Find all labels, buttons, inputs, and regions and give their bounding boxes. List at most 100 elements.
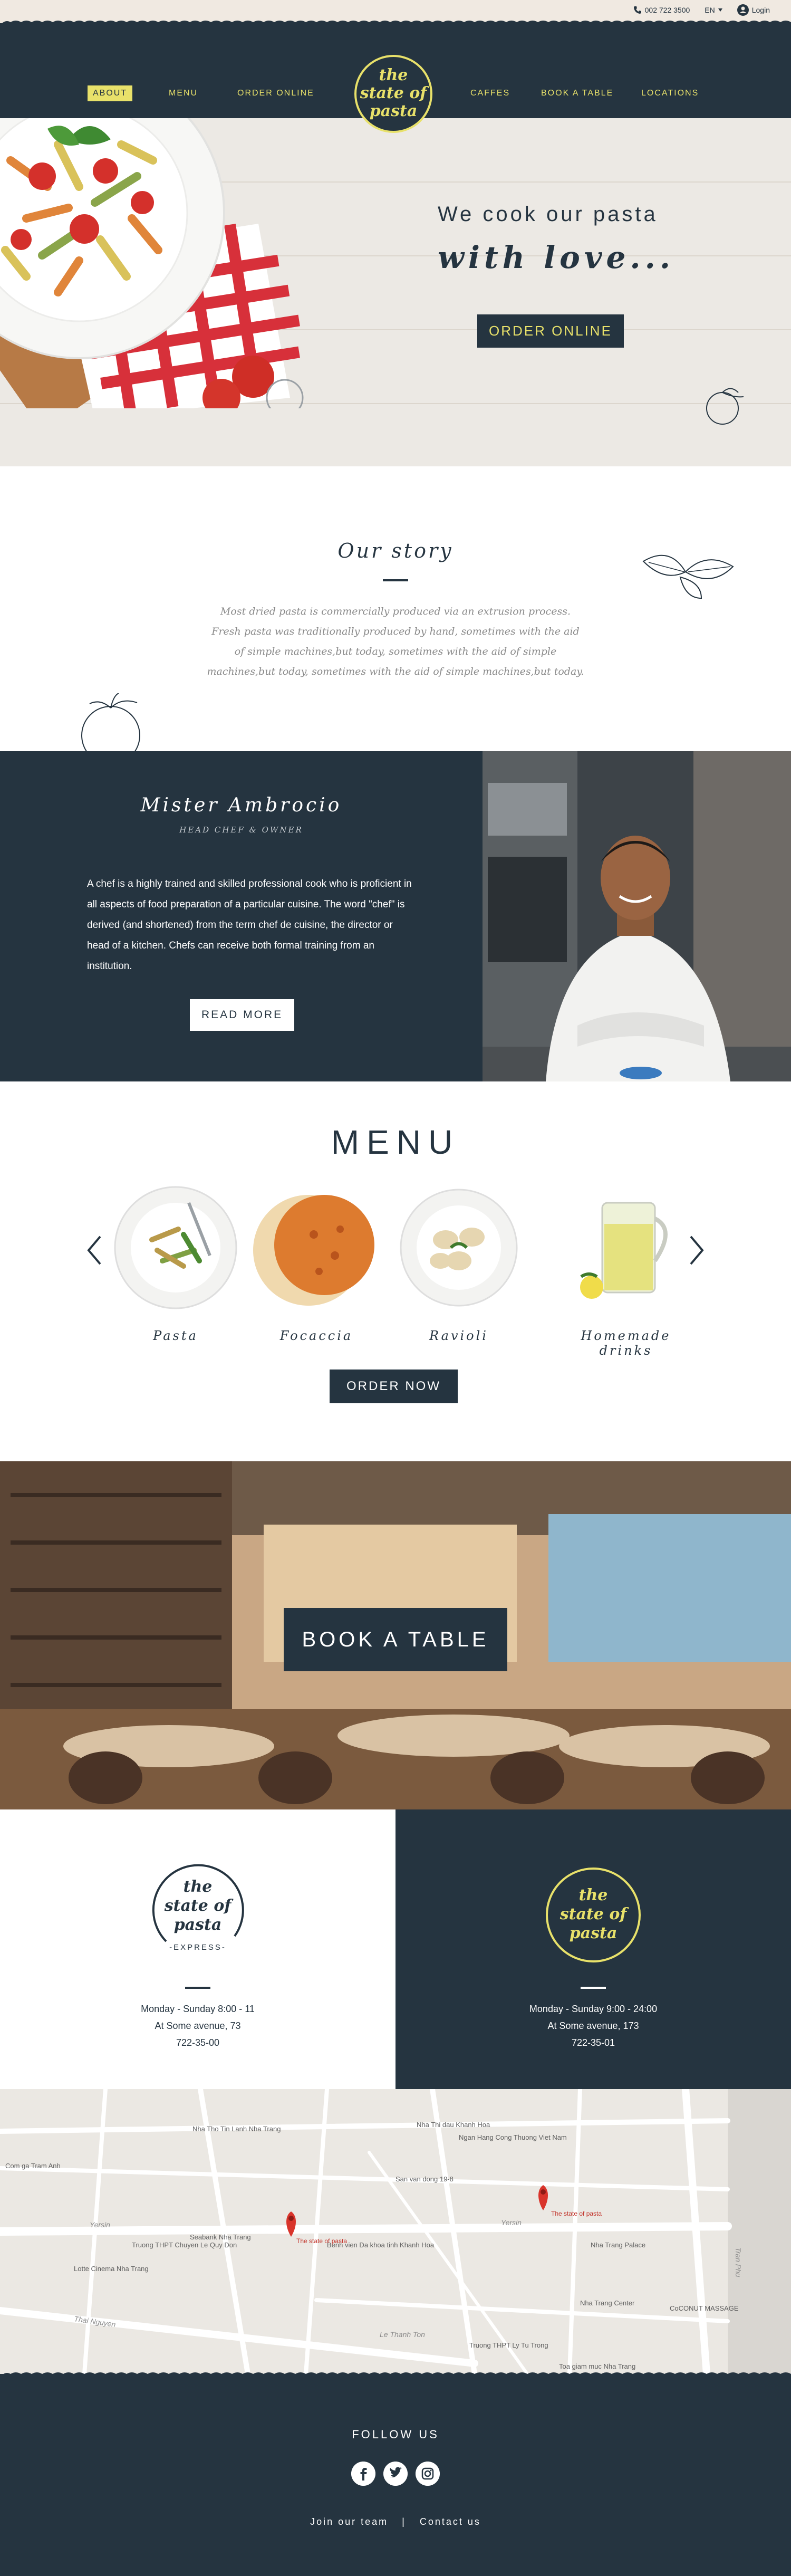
focaccia-bread-icon — [253, 1195, 374, 1306]
location-divider — [581, 1987, 606, 1989]
map-label: San van dong 19-8 — [396, 2175, 454, 2183]
location-address: At Some avenue, 173 — [547, 2020, 639, 2031]
location-divider — [185, 1987, 210, 1989]
language-value: EN — [705, 6, 715, 14]
logo-line: state of — [164, 1897, 234, 1915]
chef-section: Mister Ambrocio Head chef & owner A chef… — [0, 751, 791, 1081]
street-label: Yersin — [90, 2220, 110, 2229]
menu-title: MENU — [331, 1123, 460, 1161]
location-card-main: the state of pasta Monday - Sunday 9:00 … — [396, 1809, 791, 2089]
logo-line: pasta — [570, 1924, 618, 1942]
pin-label: The state of pasta — [551, 2210, 602, 2217]
logo-line: state of — [360, 84, 427, 102]
chevron-right-icon[interactable] — [686, 1234, 707, 1266]
brand-logo[interactable]: the state of pasta — [354, 55, 432, 133]
join-our-team-link[interactable]: Join our team — [310, 2516, 388, 2527]
site-footer: FOLLOW US Join our team | Contact us — [0, 2372, 791, 2576]
ravioli-plate-icon — [400, 1189, 518, 1307]
tomato-sketch-icon — [706, 388, 744, 425]
menu-item-focaccia[interactable]: Focaccia — [245, 1166, 388, 1345]
logo-line: the — [184, 1878, 213, 1896]
hero-title: with love... — [438, 240, 675, 275]
locations-section: the state of pasta -EXPRESS- Monday - Su… — [0, 1809, 791, 2089]
menu-item-label: Ravioli — [429, 1328, 488, 1343]
instagram-icon[interactable] — [416, 2462, 440, 2486]
pasta-dish-image — [0, 118, 304, 408]
chef-name: Mister Ambrocio — [140, 794, 342, 816]
map-label: CoCONUT MASSAGE — [670, 2304, 739, 2312]
menu-item-homemade-drinks[interactable]: Homemade drinks — [555, 1166, 697, 1358]
phone-number: 002 722 3500 — [644, 6, 690, 14]
location-address: At Some avenue, 73 — [155, 2020, 241, 2031]
menu-section: MENU Pasta Focaccia Ravioli Homemade dri… — [0, 1081, 791, 1461]
menu-item-label: Focaccia — [279, 1328, 353, 1343]
login-link[interactable]: Login — [737, 4, 770, 16]
logo-line: the — [379, 66, 408, 84]
link-separator: | — [402, 2516, 406, 2527]
map-label: Seabank Nha Trang — [190, 2233, 251, 2241]
nav-item-book-a-table[interactable]: Book a table — [541, 89, 613, 98]
menu-item-ravioli[interactable]: Ravioli — [388, 1166, 530, 1345]
logo-line: pasta — [369, 102, 418, 120]
brand-logo: the state of pasta — [546, 1868, 641, 1962]
chef-photo — [483, 751, 791, 1081]
location-card-express: the state of pasta -EXPRESS- Monday - Su… — [0, 1809, 396, 2089]
pin-label: The state of pasta — [296, 2237, 347, 2245]
nav-item-about[interactable]: About — [88, 85, 133, 101]
map-label: Truong THPT Chuyen Le Quy Don — [132, 2241, 237, 2249]
phone-contact[interactable]: 002 722 3500 — [633, 6, 690, 14]
follow-us-heading: FOLLOW US — [352, 2428, 439, 2441]
user-icon — [737, 4, 749, 16]
street-label: Tran Phu — [734, 2247, 742, 2277]
chevron-down-icon — [718, 8, 722, 12]
map-label: Toa giam muc Nha Trang — [559, 2362, 635, 2370]
menu-item-label: Homemade drinks — [581, 1328, 671, 1358]
footer-links: Join our team | Contact us — [0, 2516, 791, 2527]
menu-item-label: Pasta — [153, 1328, 198, 1343]
language-select[interactable]: EN — [705, 6, 722, 14]
nav-item-order-online[interactable]: Order online — [237, 89, 314, 98]
nav-item-locations[interactable]: Locations — [641, 89, 699, 98]
our-story-section: Our story Most dried pasta is commercial… — [0, 466, 791, 751]
top-bar: 002 722 3500 EN Login — [0, 0, 791, 25]
chef-role: Head chef & owner — [179, 825, 303, 835]
lemonade-jug-icon — [580, 1202, 668, 1299]
map-label: Nha Trang Center — [580, 2299, 635, 2307]
story-title: Our story — [337, 539, 454, 562]
order-online-button[interactable]: ORDER ONLINE — [477, 314, 624, 348]
location-phone[interactable]: 722-35-00 — [0, 2034, 396, 2051]
location-hours: Monday - Sunday 8:00 - 11 — [141, 2004, 255, 2014]
hero-section: We cook our pasta with love... ORDER ONL… — [0, 118, 791, 466]
street-label: Le Thanh Ton — [380, 2330, 425, 2339]
map-canvas[interactable]: Nha Tho Tin Lanh Nha Trang Nha Thi dau K… — [0, 2089, 791, 2374]
logo-line: pasta — [174, 1916, 222, 1934]
pasta-plate-icon — [114, 1186, 237, 1309]
read-more-button[interactable]: Read more — [190, 999, 295, 1031]
tomato-sketch-icon — [81, 693, 140, 751]
chef-bio: A chef is a highly trained and skilled p… — [87, 878, 412, 972]
order-now-button[interactable]: ORDER NOW — [330, 1370, 458, 1403]
location-map[interactable]: Nha Tho Tin Lanh Nha Trang Nha Thi dau K… — [0, 2089, 791, 2374]
title-underline — [383, 579, 408, 581]
nav-item-menu[interactable]: Menu — [169, 89, 198, 98]
logo-line: state of — [560, 1905, 630, 1923]
map-label: Com ga Tram Anh — [5, 2162, 61, 2170]
location-phone[interactable]: 722-35-01 — [396, 2034, 791, 2051]
book-a-table-button[interactable]: BOOK A TABLE — [284, 1608, 507, 1671]
phone-icon — [633, 6, 641, 14]
facebook-icon[interactable] — [351, 2462, 375, 2486]
street-label: Yersin — [501, 2218, 522, 2227]
twitter-icon[interactable] — [383, 2462, 408, 2486]
menu-item-pasta[interactable]: Pasta — [104, 1166, 247, 1345]
hero-subtitle: We cook our pasta — [438, 203, 658, 226]
story-text: Most dried pasta is commercially produce… — [207, 606, 584, 677]
map-label: Nha Trang Palace — [591, 2241, 645, 2249]
nav-item-caffes[interactable]: Caffes — [470, 89, 510, 98]
map-label: Ngan Hang Cong Thuong Viet Nam — [459, 2133, 567, 2141]
wavy-divider — [0, 2372, 791, 2377]
booking-section: BOOK A TABLE — [0, 1461, 791, 1809]
map-label: Nha Tho Tin Lanh Nha Trang — [192, 2125, 281, 2133]
main-navigation: About Menu Order online the state of pas… — [0, 23, 791, 133]
contact-us-link[interactable]: Contact us — [420, 2516, 481, 2527]
chevron-left-icon[interactable] — [84, 1234, 105, 1266]
